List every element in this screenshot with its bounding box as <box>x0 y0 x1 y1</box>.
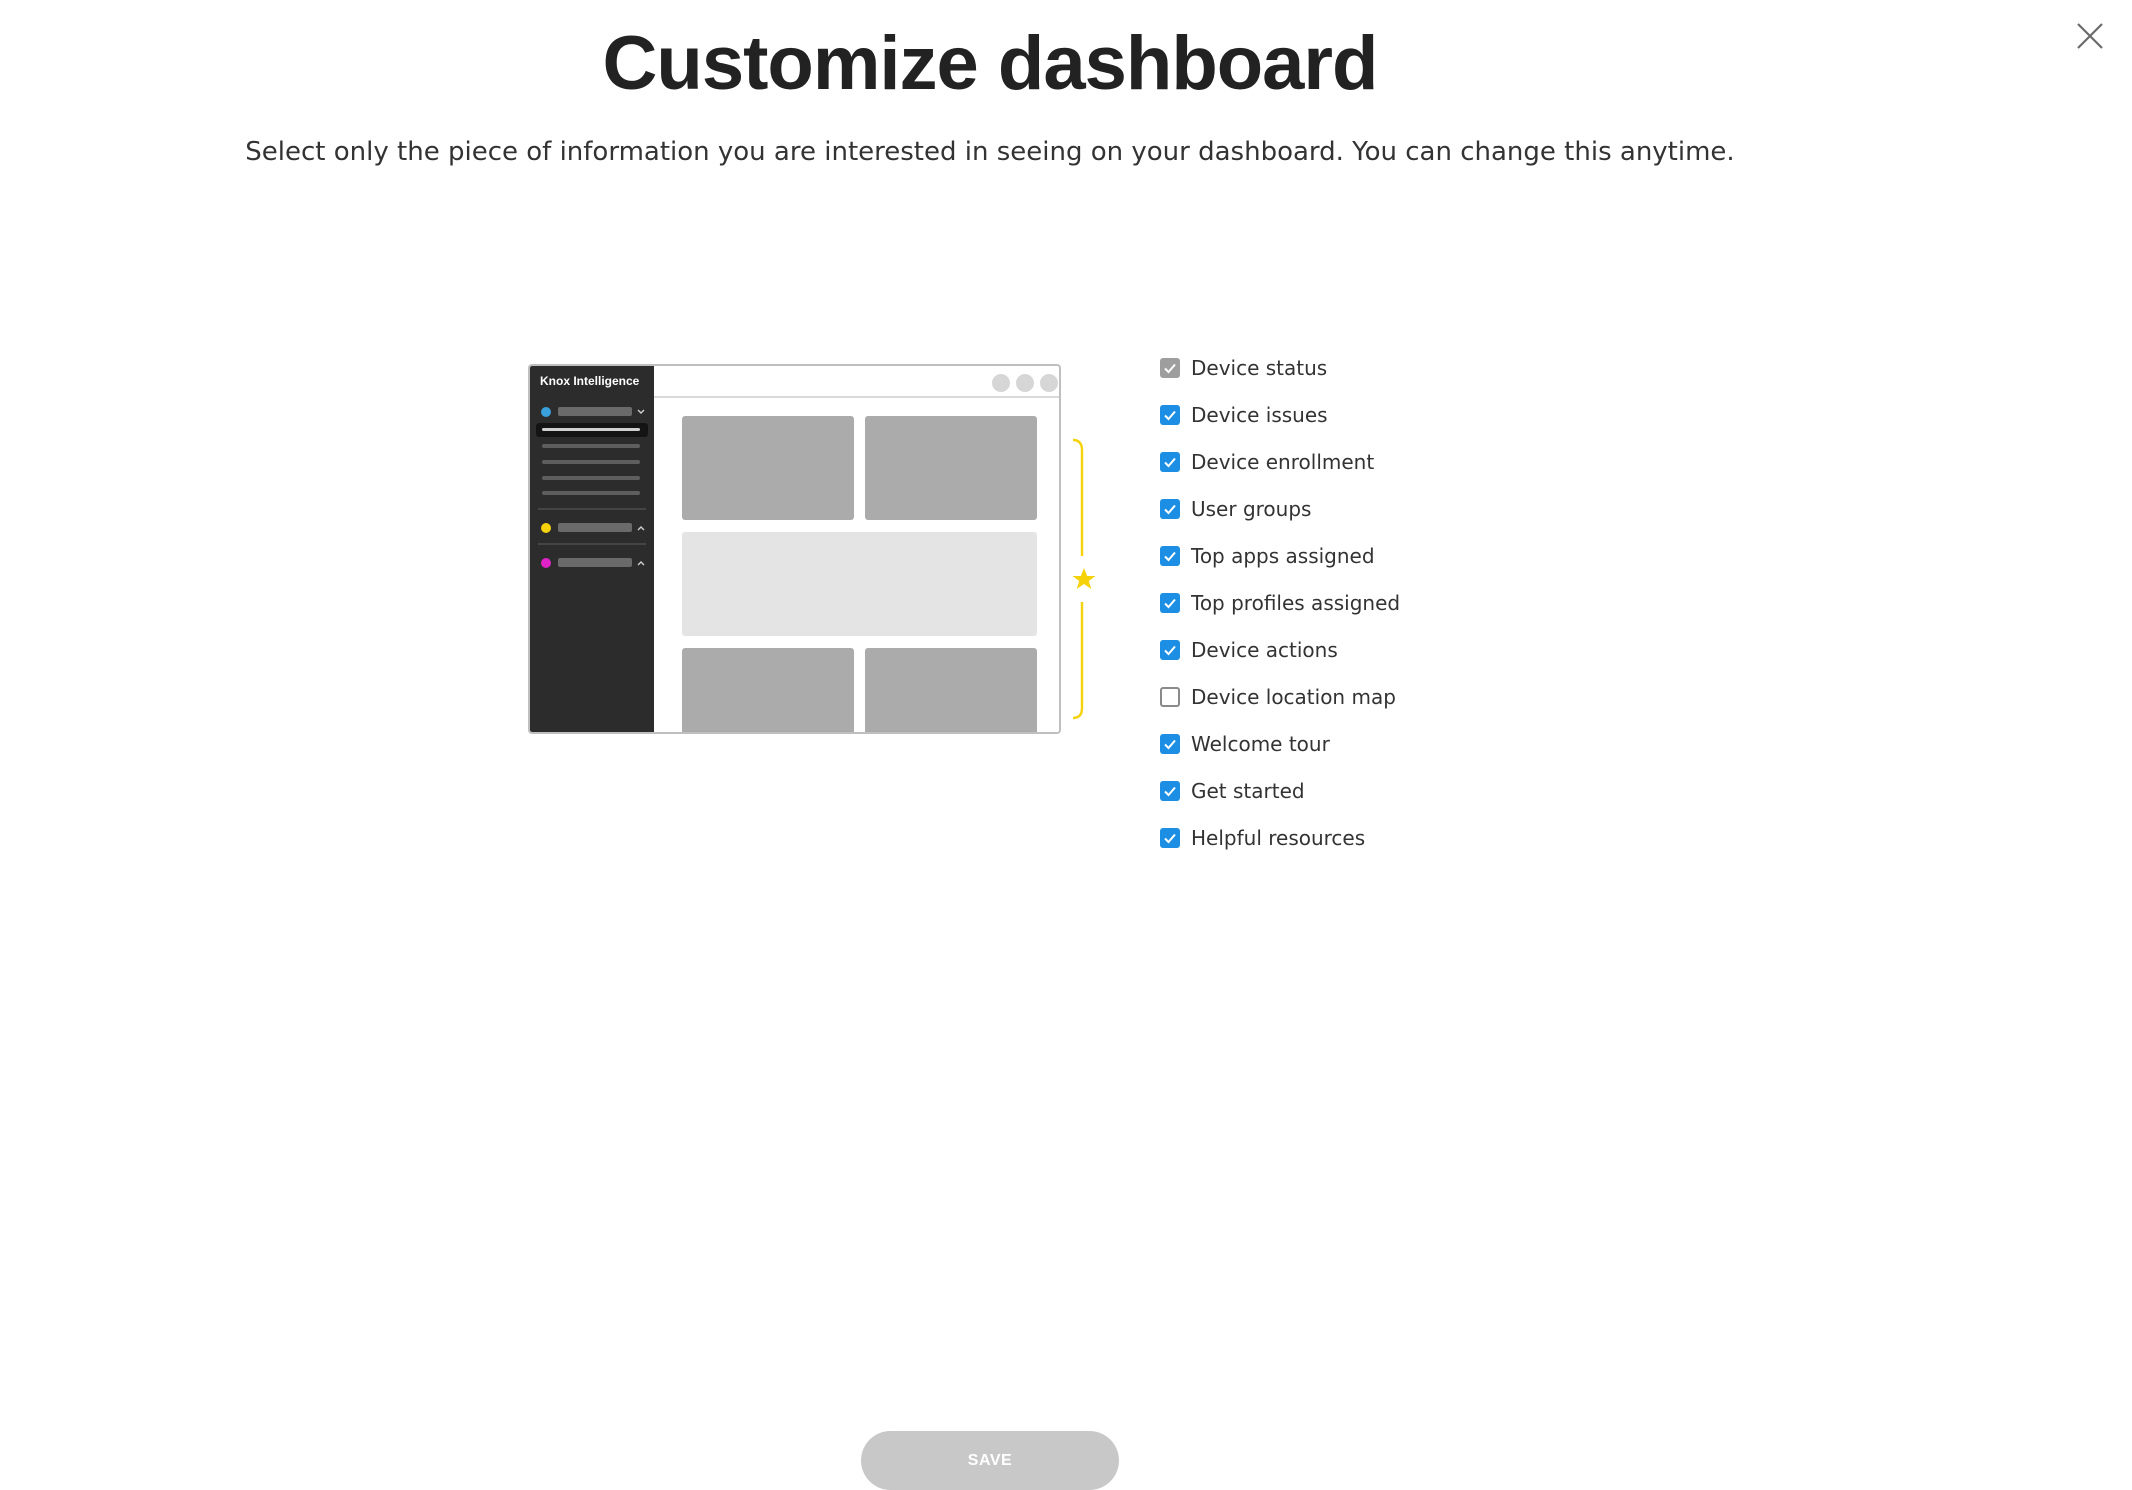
magenta-dot-icon <box>541 558 551 568</box>
checkmark-icon <box>1164 833 1176 843</box>
mock-menu-bar <box>558 558 632 567</box>
checkmark-icon <box>1164 645 1176 655</box>
checkmark-icon <box>1164 410 1176 420</box>
widget-option-device-issues[interactable]: Device issues <box>1160 391 1400 438</box>
mock-widget-tile <box>865 416 1037 520</box>
checkbox-checked[interactable] <box>1160 733 1180 754</box>
widget-option-top-apps-assigned[interactable]: Top apps assigned <box>1160 532 1400 579</box>
checkbox-checked[interactable] <box>1160 780 1180 801</box>
chevron-up-icon <box>637 526 645 531</box>
mock-topbar-divider <box>654 396 1059 398</box>
checkmark-icon <box>1164 363 1176 373</box>
widget-checklist: Device status Device issues Device enrol… <box>1160 344 1400 861</box>
checkbox-checked[interactable] <box>1160 827 1180 848</box>
page-title: Customize dashboard <box>602 21 1379 106</box>
widget-option-label: User groups <box>1191 496 1312 521</box>
mock-menu-bar <box>558 523 632 532</box>
mock-sidebar: Knox Intelligence <box>530 366 654 732</box>
mock-submenu-line <box>542 428 640 431</box>
checkbox-checked[interactable] <box>1160 498 1180 519</box>
widget-option-device-status[interactable]: Device status <box>1160 344 1400 391</box>
checkbox-checked-disabled <box>1160 357 1180 378</box>
mock-widget-tile <box>682 532 1037 636</box>
checkbox-unchecked[interactable] <box>1160 686 1180 707</box>
mock-divider <box>538 508 646 510</box>
mock-widget-tile <box>682 416 854 520</box>
widget-option-label: Device status <box>1191 355 1328 380</box>
mock-dashboard-window: Knox Intelligence <box>528 364 1061 734</box>
widget-option-device-actions[interactable]: Device actions <box>1160 626 1400 673</box>
widget-option-label: Top apps assigned <box>1191 543 1375 568</box>
mock-brand-label: Knox Intelligence <box>540 374 640 388</box>
widget-option-label: Get started <box>1191 778 1305 803</box>
mock-submenu-line <box>542 444 640 448</box>
window-control-icon <box>1016 374 1034 392</box>
widget-option-label: Device location map <box>1191 684 1396 709</box>
checkmark-icon <box>1164 504 1176 514</box>
dashboard-illustration: Knox Intelligence <box>528 364 1096 740</box>
checkbox-checked[interactable] <box>1160 592 1180 613</box>
checkbox-checked[interactable] <box>1160 404 1180 425</box>
star-bracket-icon <box>1072 438 1096 720</box>
mock-submenu-line <box>542 491 640 495</box>
mock-divider <box>538 543 646 545</box>
mock-submenu-line <box>542 460 640 464</box>
yellow-dot-icon <box>541 523 551 533</box>
close-icon <box>2077 23 2103 49</box>
save-button[interactable]: SAVE <box>861 1431 1119 1490</box>
checkbox-checked[interactable] <box>1160 639 1180 660</box>
star-icon <box>1072 568 1096 589</box>
close-button[interactable] <box>2068 14 2112 58</box>
checkmark-icon <box>1164 786 1176 796</box>
widget-option-label: Device issues <box>1191 402 1328 427</box>
checkmark-icon <box>1164 739 1176 749</box>
widget-option-top-profiles-assigned[interactable]: Top profiles assigned <box>1160 579 1400 626</box>
widget-option-label: Welcome tour <box>1191 731 1330 756</box>
mock-widget-tile <box>682 648 854 732</box>
blue-dot-icon <box>541 407 551 417</box>
chevron-down-icon <box>637 409 645 414</box>
chevron-up-icon <box>637 561 645 566</box>
mock-menu-bar <box>558 407 632 416</box>
checkmark-icon <box>1164 457 1176 467</box>
widget-option-label: Top profiles assigned <box>1191 590 1401 615</box>
widget-option-label: Helpful resources <box>1191 825 1366 850</box>
widget-option-welcome-tour[interactable]: Welcome tour <box>1160 720 1400 767</box>
widget-option-device-location-map[interactable]: Device location map <box>1160 673 1400 720</box>
widget-option-label: Device enrollment <box>1191 449 1375 474</box>
checkmark-icon <box>1164 598 1176 608</box>
widget-option-helpful-resources[interactable]: Helpful resources <box>1160 814 1400 861</box>
widget-option-get-started[interactable]: Get started <box>1160 767 1400 814</box>
window-control-icon <box>1040 374 1058 392</box>
widget-option-label: Device actions <box>1191 637 1338 662</box>
widget-option-user-groups[interactable]: User groups <box>1160 485 1400 532</box>
mock-submenu-line <box>542 476 640 480</box>
page-subtitle: Select only the piece of information you… <box>245 137 1735 167</box>
checkbox-checked[interactable] <box>1160 451 1180 472</box>
window-control-icon <box>992 374 1010 392</box>
widget-option-device-enrollment[interactable]: Device enrollment <box>1160 438 1400 485</box>
checkmark-icon <box>1164 551 1176 561</box>
mock-widget-tile <box>865 648 1037 732</box>
checkbox-checked[interactable] <box>1160 545 1180 566</box>
